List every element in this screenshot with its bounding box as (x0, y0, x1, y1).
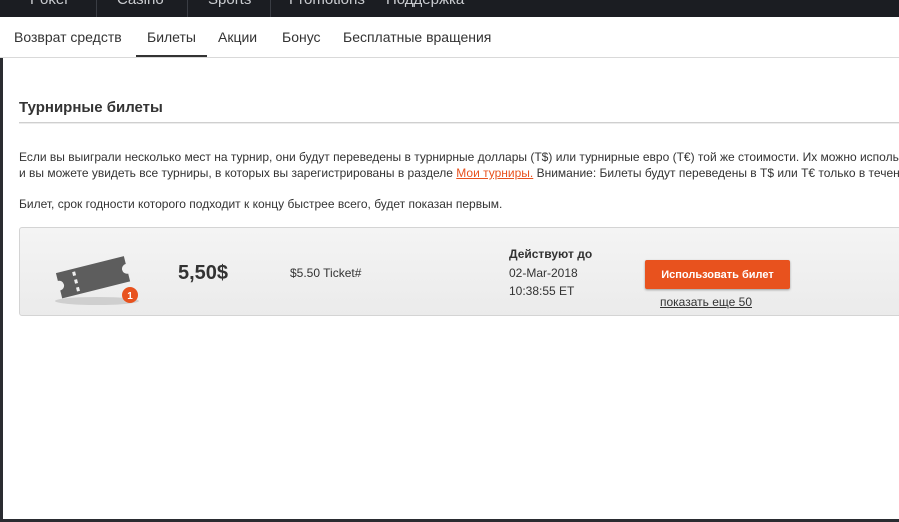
valid-until-time: 10:38:55 ET (509, 284, 575, 298)
description-text: Внимание: Билеты будут переведены в T$ и… (533, 166, 899, 180)
nav-item-poker[interactable]: Poker (30, 0, 69, 11)
my-tournaments-link[interactable]: Мои турниры. (456, 166, 533, 180)
ticket-name: $5.50 Ticket# (290, 266, 362, 280)
expiry-note: Билет, срок годности которого подходит к… (19, 197, 503, 211)
nav-item-casino[interactable]: Casino (117, 0, 164, 11)
ticket-shape (55, 256, 131, 299)
nav-item-promotions[interactable]: Promotions (289, 0, 365, 11)
nav-item-sports[interactable]: Sports (208, 0, 251, 11)
tab-promotions[interactable]: Акции (218, 29, 257, 45)
tab-tickets[interactable]: Билеты (136, 29, 207, 57)
ticket-amount: 5,50$ (178, 262, 229, 284)
description-line-2: и вы можете увидеть все турниры, в котор… (19, 165, 899, 181)
nav-item-support[interactable]: Поддержка (386, 0, 464, 11)
title-divider-shadow (19, 123, 899, 124)
use-ticket-button[interactable]: Использовать билет (645, 260, 790, 289)
nav-separator (187, 0, 188, 17)
tab-free-spins[interactable]: Бесплатные вращения (343, 29, 491, 45)
ticket-icon: 1 (55, 256, 139, 305)
tickets-description: Если вы выиграли несколько мест на турни… (19, 149, 899, 181)
valid-until-label: Действуют до (509, 247, 593, 261)
page-title: Турнирные билеты (19, 99, 163, 116)
ticket-count: 1 (127, 291, 133, 302)
description-line-1: Если вы выиграли несколько мест на турни… (19, 150, 899, 164)
nav-separator (270, 0, 271, 17)
top-navigation: Poker Casino Sports Promotions Поддержка (0, 0, 899, 17)
nav-separator (96, 0, 97, 17)
valid-until-date: 02-Мar-2018 (509, 266, 578, 280)
ticket-card: 1 5,50$ $5.50 Ticket# Действуют до 02-Мa… (19, 227, 899, 316)
show-more-link[interactable]: показать еще 50 (660, 295, 752, 309)
description-text: и вы можете увидеть все турниры, в котор… (19, 166, 457, 180)
tab-refunds[interactable]: Возврат средств (14, 29, 122, 45)
window-frame-left (0, 58, 3, 522)
account-tabs: Возврат средств Билеты Акции Бонус Беспл… (0, 17, 899, 58)
tab-bonus[interactable]: Бонус (282, 29, 321, 45)
